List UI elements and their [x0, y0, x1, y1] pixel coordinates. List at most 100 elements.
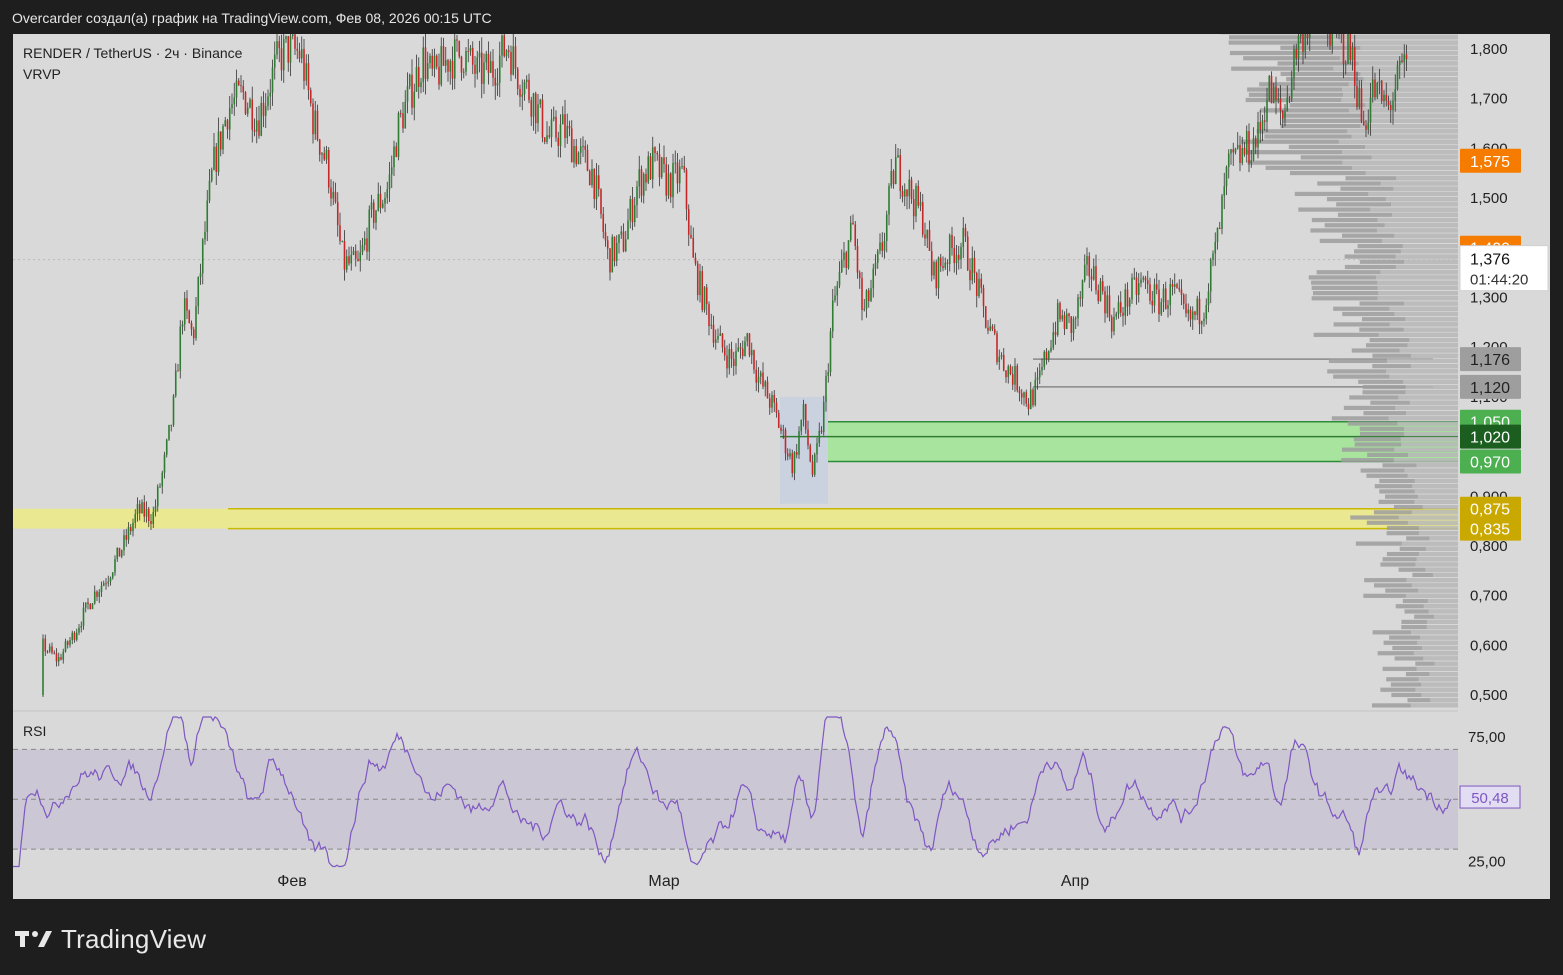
- candle-body: [1081, 280, 1084, 299]
- candle-body: [622, 231, 625, 252]
- candle-body: [296, 48, 299, 51]
- price-tick-label: 1,700: [1470, 91, 1508, 108]
- candle-body: [163, 454, 166, 473]
- candle-body: [1351, 47, 1354, 61]
- candle-body: [420, 82, 422, 87]
- candle-body: [656, 152, 659, 155]
- candle-body: [154, 506, 157, 513]
- candle-body: [498, 55, 501, 83]
- candle-body: [1254, 138, 1257, 148]
- candle-body: [1104, 291, 1106, 314]
- vrvp-bar-inner: [1418, 531, 1458, 536]
- candle-body: [867, 290, 870, 302]
- candle-body: [795, 452, 798, 455]
- candle-body: [881, 242, 884, 251]
- candle-body: [822, 402, 825, 433]
- candle-body: [161, 472, 164, 487]
- chart-area[interactable]: 1,8001,7001,6001,5001,3001,2001,1000,900…: [13, 34, 1550, 899]
- vrvp-bar-inner: [1407, 520, 1458, 525]
- candle-body: [197, 276, 200, 307]
- candle-body: [82, 607, 85, 626]
- candle-body: [712, 324, 715, 343]
- candle-body: [458, 40, 461, 57]
- candle-body: [258, 120, 260, 136]
- vrvp-bar-inner: [1394, 447, 1458, 452]
- candle-body: [512, 46, 515, 75]
- vrvp-bar-inner: [1381, 238, 1458, 244]
- vrvp-bar-inner: [1338, 139, 1458, 144]
- rsi-legend[interactable]: RSI: [23, 723, 46, 739]
- candle-body: [273, 54, 276, 68]
- candle-body: [316, 110, 319, 140]
- candle-body: [1308, 34, 1311, 38]
- candle-body: [375, 210, 377, 223]
- candle-body: [573, 146, 575, 163]
- candle-body: [289, 35, 292, 63]
- vrvp-bar-inner: [1364, 144, 1458, 150]
- candle-body: [1169, 284, 1172, 306]
- candle-body: [136, 504, 139, 515]
- candle-body: [802, 404, 805, 420]
- candle-body: [1385, 94, 1388, 101]
- candle-body: [627, 220, 629, 240]
- candle-body: [107, 581, 110, 584]
- candle-body: [485, 53, 488, 63]
- candle-body: [548, 135, 551, 137]
- candle-body: [937, 257, 940, 289]
- price-label-text: 0,875: [1470, 502, 1510, 519]
- candle-body: [885, 214, 888, 241]
- candle-body: [998, 356, 1001, 363]
- candle-body: [1358, 88, 1361, 108]
- candle-body: [341, 240, 344, 242]
- vrvp-bar-inner: [1396, 176, 1458, 181]
- candle-body: [1072, 318, 1075, 333]
- candle-body: [442, 46, 445, 66]
- candle-body: [422, 47, 425, 83]
- candle-body: [559, 124, 562, 146]
- candle-body: [501, 35, 503, 56]
- candle-body: [280, 48, 283, 71]
- candle-body: [1005, 370, 1007, 378]
- candle-body: [483, 62, 485, 84]
- candle-body: [487, 53, 490, 73]
- candle-body: [78, 627, 80, 633]
- candle-body: [318, 139, 321, 155]
- candle-body: [847, 240, 850, 269]
- candle-body: [213, 146, 215, 170]
- candle-body: [660, 157, 663, 178]
- candle-body: [575, 146, 578, 165]
- vrvp-bar-inner: [1403, 327, 1458, 332]
- candle-body: [1349, 34, 1352, 61]
- candle-body: [748, 333, 751, 356]
- candle-body: [719, 333, 722, 336]
- candle-body: [1083, 264, 1086, 281]
- candle-body: [201, 239, 204, 274]
- chart-canvas[interactable]: 1,8001,7001,6001,5001,3001,2001,1000,900…: [13, 34, 1550, 899]
- candle-body: [809, 445, 812, 462]
- vrvp-bar-inner: [1410, 364, 1458, 369]
- vrvp-bar-inner: [1388, 416, 1458, 421]
- candle-body: [1092, 266, 1095, 280]
- candle-body: [64, 641, 67, 652]
- candle-body: [759, 372, 762, 377]
- vrvp-bar-inner: [1426, 625, 1458, 630]
- candle-body: [386, 189, 389, 198]
- candle-body: [897, 155, 899, 158]
- candle-body: [1137, 283, 1140, 295]
- vrvp-bar-inner: [1348, 108, 1458, 113]
- candle-body: [71, 632, 74, 641]
- candle-body: [672, 163, 674, 198]
- vrvp-bar-inner: [1380, 181, 1458, 186]
- candle-body: [1329, 34, 1331, 46]
- vrvp-legend[interactable]: VRVP: [23, 66, 61, 82]
- vrvp-bar-inner: [1333, 66, 1458, 71]
- tradingview-logo[interactable]: TradingView: [15, 922, 206, 956]
- candle-body: [1011, 374, 1014, 385]
- candle-body: [109, 577, 112, 582]
- symbol-legend[interactable]: RENDER / TetherUS · 2ч · Binance: [23, 45, 242, 61]
- vrvp-bar-inner: [1417, 640, 1458, 645]
- candle-body: [210, 169, 213, 181]
- candle-body: [1124, 289, 1127, 316]
- candle-body: [305, 63, 308, 81]
- candle-body: [975, 273, 978, 297]
